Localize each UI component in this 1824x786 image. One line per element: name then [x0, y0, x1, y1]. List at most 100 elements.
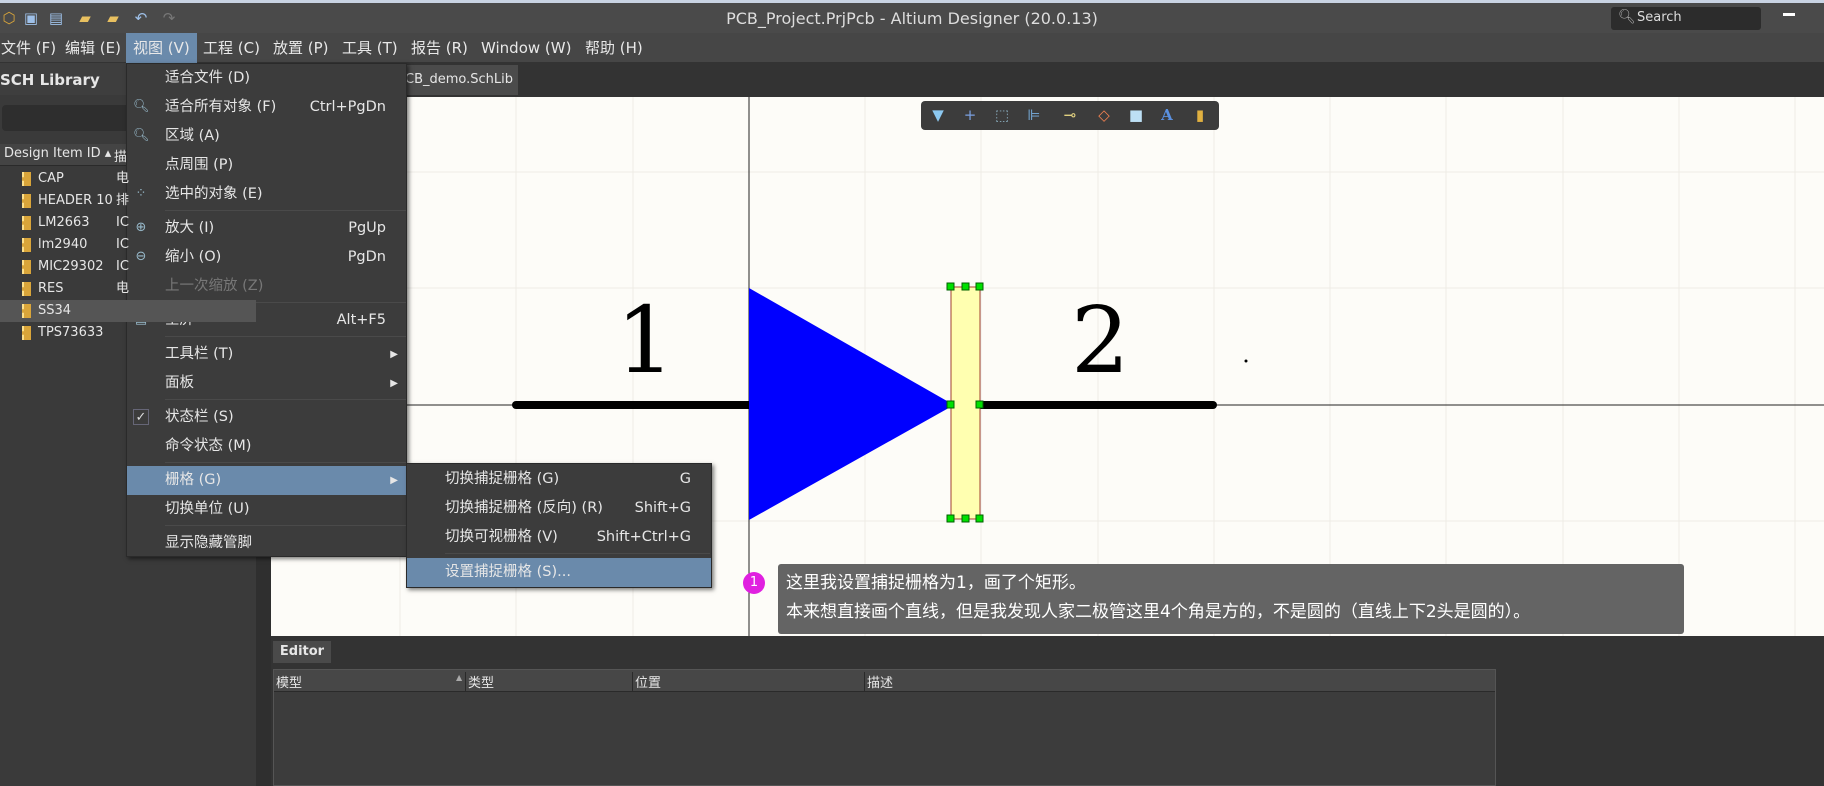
component-icon — [22, 216, 31, 230]
menu-item[interactable]: 栅格 (G) ▶ — [127, 466, 406, 495]
component-icon — [22, 282, 31, 296]
menu-separator — [165, 399, 406, 400]
app-logo-icon[interactable]: ⬡ — [0, 9, 18, 27]
menu-item-label: 显示隐藏管脚 — [165, 535, 252, 551]
menu-place[interactable]: 放置 (P) — [266, 33, 336, 63]
item-id: SS34 — [38, 303, 72, 318]
annotation-callout: 这里我设置捕捉栅格为1，画了个矩形。 本来想直接画个直线，但是我发现人家二极管这… — [778, 564, 1684, 634]
item-description: IC — [116, 215, 129, 230]
search-icon: 🔍︎ — [1618, 9, 1636, 25]
item-id: TPS73633 — [38, 325, 104, 340]
library-item[interactable]: TPS73633 — [0, 322, 256, 344]
submenu-item[interactable]: 切换可视栅格 (V) Shift+Ctrl+G — [407, 523, 711, 552]
menu-reports[interactable]: 报告 (R) — [404, 33, 475, 63]
menu-item[interactable]: 面板 ▶ — [127, 369, 406, 398]
menu-view[interactable]: 视图 (V) — [126, 33, 197, 63]
editor-table-header: 模型 ▲ 类型 位置 描述 — [274, 670, 1495, 692]
eraser-icon[interactable]: ◇ — [1093, 105, 1115, 126]
library-item[interactable]: LM2663 IC — [0, 212, 256, 234]
library-item[interactable]: SS34 — [0, 300, 256, 322]
menu-item-shortcut: Shift+Ctrl+G — [596, 529, 691, 545]
item-id: MIC29302 — [38, 259, 104, 274]
menu-item-label: 切换捕捉栅格 (G) — [445, 471, 560, 487]
grid-submenu: 切换捕捉栅格 (G) G 切换捕捉栅格 (反向) (R) Shift+G 切换可视栅格 … — [406, 463, 712, 588]
undo-icon[interactable]: ↶ — [132, 9, 150, 27]
library-item[interactable]: HEADER 10 排 — [0, 190, 256, 212]
menu-window[interactable]: Window (W) — [474, 33, 578, 63]
tab-editor[interactable]: Editor — [273, 641, 331, 663]
component-icon[interactable]: ▮ — [1189, 105, 1211, 126]
menu-edit[interactable]: 编辑 (E) — [58, 33, 128, 63]
submenu-item[interactable]: 切换捕捉栅格 (G) G — [407, 465, 711, 494]
crosshair-icon[interactable]: + — [959, 105, 981, 126]
component-icon — [22, 194, 31, 208]
zoom-area-icon: 🔍︎ — [133, 128, 150, 143]
annotation-line-2: 本来想直接画个直线，但是我发现人家二极管这里4个角是方的，不是圆的（直线上下2头… — [786, 602, 1531, 622]
menu-project[interactable]: 工程 (C) — [196, 33, 267, 63]
component-icon — [22, 304, 31, 318]
diode-triangle[interactable] — [749, 288, 954, 520]
menu-item-label: 状态栏 (S) — [165, 409, 234, 425]
rectangle-icon[interactable]: ■ — [1125, 105, 1147, 126]
menu-separator — [165, 525, 406, 526]
minimize-button[interactable] — [1783, 13, 1795, 16]
save-all-icon[interactable]: ▤ — [47, 9, 65, 27]
text-icon[interactable]: A — [1156, 105, 1178, 126]
filter-icon[interactable]: ▼ — [927, 105, 949, 126]
redo-icon[interactable]: ↷ — [160, 9, 178, 27]
menu-item[interactable]: 🔍︎ 区域 (A) — [127, 122, 406, 151]
library-item[interactable]: RES 电 — [0, 278, 256, 300]
menu-item-label: 切换单位 (U) — [165, 501, 250, 517]
column-type[interactable]: 类型 — [465, 672, 494, 691]
component-icon — [22, 172, 31, 186]
annotation-line-1: 这里我设置捕捉栅格为1，画了个矩形。 — [786, 573, 1086, 593]
library-item[interactable]: lm2940 IC — [0, 234, 256, 256]
menu-item[interactable]: 显示隐藏管脚 — [127, 529, 406, 558]
cursor-dot — [1244, 359, 1248, 363]
open-icon[interactable]: ▰ — [76, 9, 94, 27]
menu-item-shortcut: Alt+F5 — [336, 312, 386, 328]
submenu-item[interactable]: 切换捕捉栅格 (反向) (R) Shift+G — [407, 494, 711, 523]
column-location[interactable]: 位置 — [632, 672, 661, 691]
library-item[interactable]: MIC29302 IC — [0, 256, 256, 278]
item-id: RES — [38, 281, 64, 296]
menu-item-shortcut: Shift+G — [634, 500, 691, 516]
select-rect-icon[interactable]: ⬚ — [991, 105, 1013, 126]
item-description: 电 — [116, 171, 130, 186]
menu-item[interactable]: 适合文件 (D) — [127, 64, 406, 93]
fit-all-icon: 🔍︎ — [133, 99, 150, 114]
menu-file[interactable]: 文件 (F) — [0, 33, 63, 63]
library-item[interactable]: CAP 电 — [0, 168, 256, 190]
menu-item[interactable]: ✓ 状态栏 (S) — [127, 403, 406, 432]
column-model[interactable]: 模型 — [274, 672, 302, 691]
menu-item-shortcut: G — [679, 471, 691, 487]
menu-bar: 文件 (F) 编辑 (E) 视图 (V) 工程 (C) 放置 (P) 工具 (T… — [0, 33, 1824, 63]
editor-table: 模型 ▲ 类型 位置 描述 — [273, 669, 1496, 786]
menu-item[interactable]: 切换单位 (U) — [127, 495, 406, 524]
submenu-arrow-icon: ▶ — [390, 349, 398, 360]
menu-item[interactable]: 工具栏 (T) ▶ — [127, 340, 406, 369]
column-design-item-id[interactable]: Design Item ID — [4, 146, 101, 161]
save-icon[interactable]: ▣ — [22, 9, 40, 27]
item-id: HEADER 10 — [38, 193, 113, 208]
item-description: IC — [116, 259, 129, 274]
open-project-icon[interactable]: ▰ — [104, 9, 122, 27]
submenu-arrow-icon: ▶ — [390, 378, 398, 389]
search-input[interactable]: 🔍︎ Search — [1611, 7, 1761, 30]
menu-tools[interactable]: 工具 (T) — [335, 33, 405, 63]
align-icon[interactable]: ⊫ — [1023, 105, 1045, 126]
tab-pcb-demo-schlib[interactable]: CB_demo.SchLib * — [401, 65, 518, 117]
menu-item[interactable]: 命令状态 (M) — [127, 432, 406, 461]
menu-item-label: 区域 (A) — [165, 128, 220, 144]
menu-item-label: 面板 — [165, 375, 194, 391]
menu-item-label: 工具栏 (T) — [165, 346, 234, 362]
item-description: IC — [116, 237, 129, 252]
menu-help[interactable]: 帮助 (H) — [578, 33, 650, 63]
item-description: 排 — [116, 193, 130, 208]
menu-separator — [445, 553, 710, 554]
column-description[interactable]: 描述 — [864, 672, 893, 691]
submenu-item[interactable]: 设置捕捉栅格 (S)... — [407, 558, 711, 587]
menu-item[interactable]: 🔍︎ 适合所有对象 (F) Ctrl+PgDn — [127, 93, 406, 122]
pin-icon[interactable]: ⊸ — [1059, 105, 1081, 126]
component-icon — [22, 260, 31, 274]
